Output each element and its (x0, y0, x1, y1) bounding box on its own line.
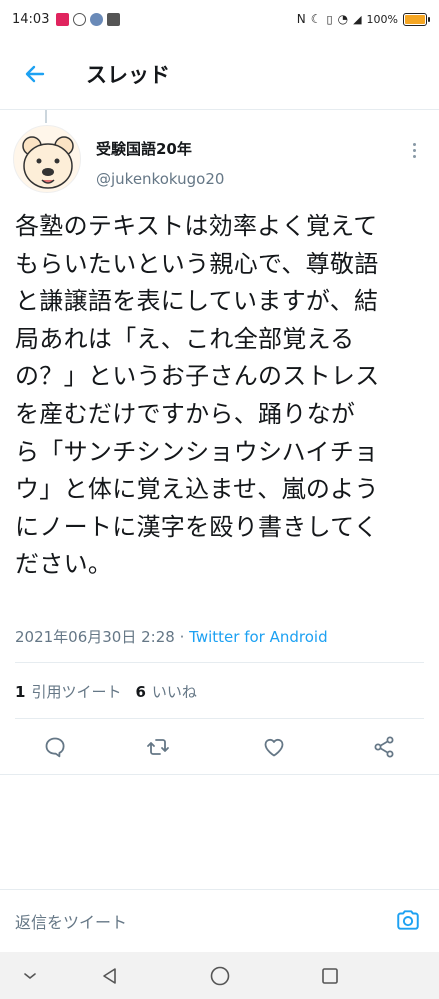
camera-button[interactable] (392, 904, 424, 936)
avatar[interactable] (13, 125, 81, 193)
thread-line (45, 110, 47, 123)
divider (15, 662, 424, 663)
tweet-timestamp[interactable]: 2021年06月30日 2:28 (15, 628, 175, 646)
likes-stat[interactable]: 6 いいね (135, 681, 196, 702)
reply-compose-bar: 返信をツイート (0, 889, 439, 952)
tweet-actions (0, 725, 439, 769)
tweet-source[interactable]: Twitter for Android (189, 628, 327, 646)
like-button[interactable] (260, 733, 288, 761)
nav-home-button[interactable] (208, 964, 232, 988)
arrow-left-icon (25, 65, 45, 82)
nfc-icon: N (296, 12, 306, 26)
battery-percent: 100% (366, 12, 398, 26)
status-time: 14:03 (12, 11, 50, 27)
like-count: 6 (135, 683, 146, 701)
divider (0, 774, 439, 775)
reply-icon (45, 737, 65, 758)
meta-separator: · (179, 628, 185, 646)
retweet-button[interactable] (144, 733, 172, 761)
reply-input[interactable]: 返信をツイート (15, 909, 127, 933)
header: スレッド (0, 38, 439, 110)
image-icon (107, 12, 121, 26)
signal-icon: ◢ (353, 12, 362, 26)
heart-icon (264, 738, 284, 757)
status-bar: 14:03 N ☾ ▯ ◔ ◢ 100% (0, 0, 439, 38)
system-nav-bar (0, 952, 439, 999)
tweet-stats: 1 引用ツイート 6 いいね (15, 681, 197, 702)
triangle-back-icon (103, 968, 116, 984)
page-title: スレッド (86, 62, 170, 87)
nav-recents-button[interactable] (318, 964, 342, 988)
retweet-icon (147, 739, 169, 755)
camera-icon (397, 910, 419, 930)
vibrate-icon: ▯ (326, 12, 333, 26)
display-name[interactable]: 受験国語20年 (96, 138, 192, 159)
settings-icon (90, 12, 104, 26)
quote-tweets-stat[interactable]: 1 引用ツイート (15, 681, 121, 702)
more-vertical-icon (412, 142, 416, 146)
quote-label: 引用ツイート (31, 683, 122, 701)
more-options-button[interactable] (404, 140, 424, 160)
back-button[interactable] (0, 38, 70, 110)
dnd-icon: ☾ (310, 12, 322, 26)
share-icon (374, 736, 394, 758)
share-button[interactable] (370, 733, 398, 761)
reply-button[interactable] (41, 733, 69, 761)
tweet-meta: 2021年06月30日 2:28 · Twitter for Android (15, 626, 328, 647)
square-recents-icon (322, 968, 338, 984)
wifi-icon: ◔ (337, 12, 349, 26)
circle-home-icon (210, 966, 230, 986)
tweet-text: 各塾のテキストは効率よく覚えて もらいたいという親心で、尊敬語 と謙譲語を表にし… (15, 212, 380, 579)
like-label: いいね (151, 683, 197, 701)
status-left: 14:03 (12, 11, 121, 27)
battery-icon (403, 12, 430, 26)
user-handle[interactable]: @jukenkokugo20 (96, 170, 224, 188)
divider (15, 718, 424, 719)
collapse-button[interactable] (18, 964, 42, 988)
nav-back-button[interactable] (98, 964, 122, 988)
chevron-down-icon (24, 973, 36, 980)
sync-icon (73, 12, 87, 26)
quote-count: 1 (15, 683, 26, 701)
status-right: N ☾ ▯ ◔ ◢ 100% (296, 12, 430, 26)
bear-avatar-icon (22, 136, 74, 189)
app-notification-icon (56, 12, 70, 26)
